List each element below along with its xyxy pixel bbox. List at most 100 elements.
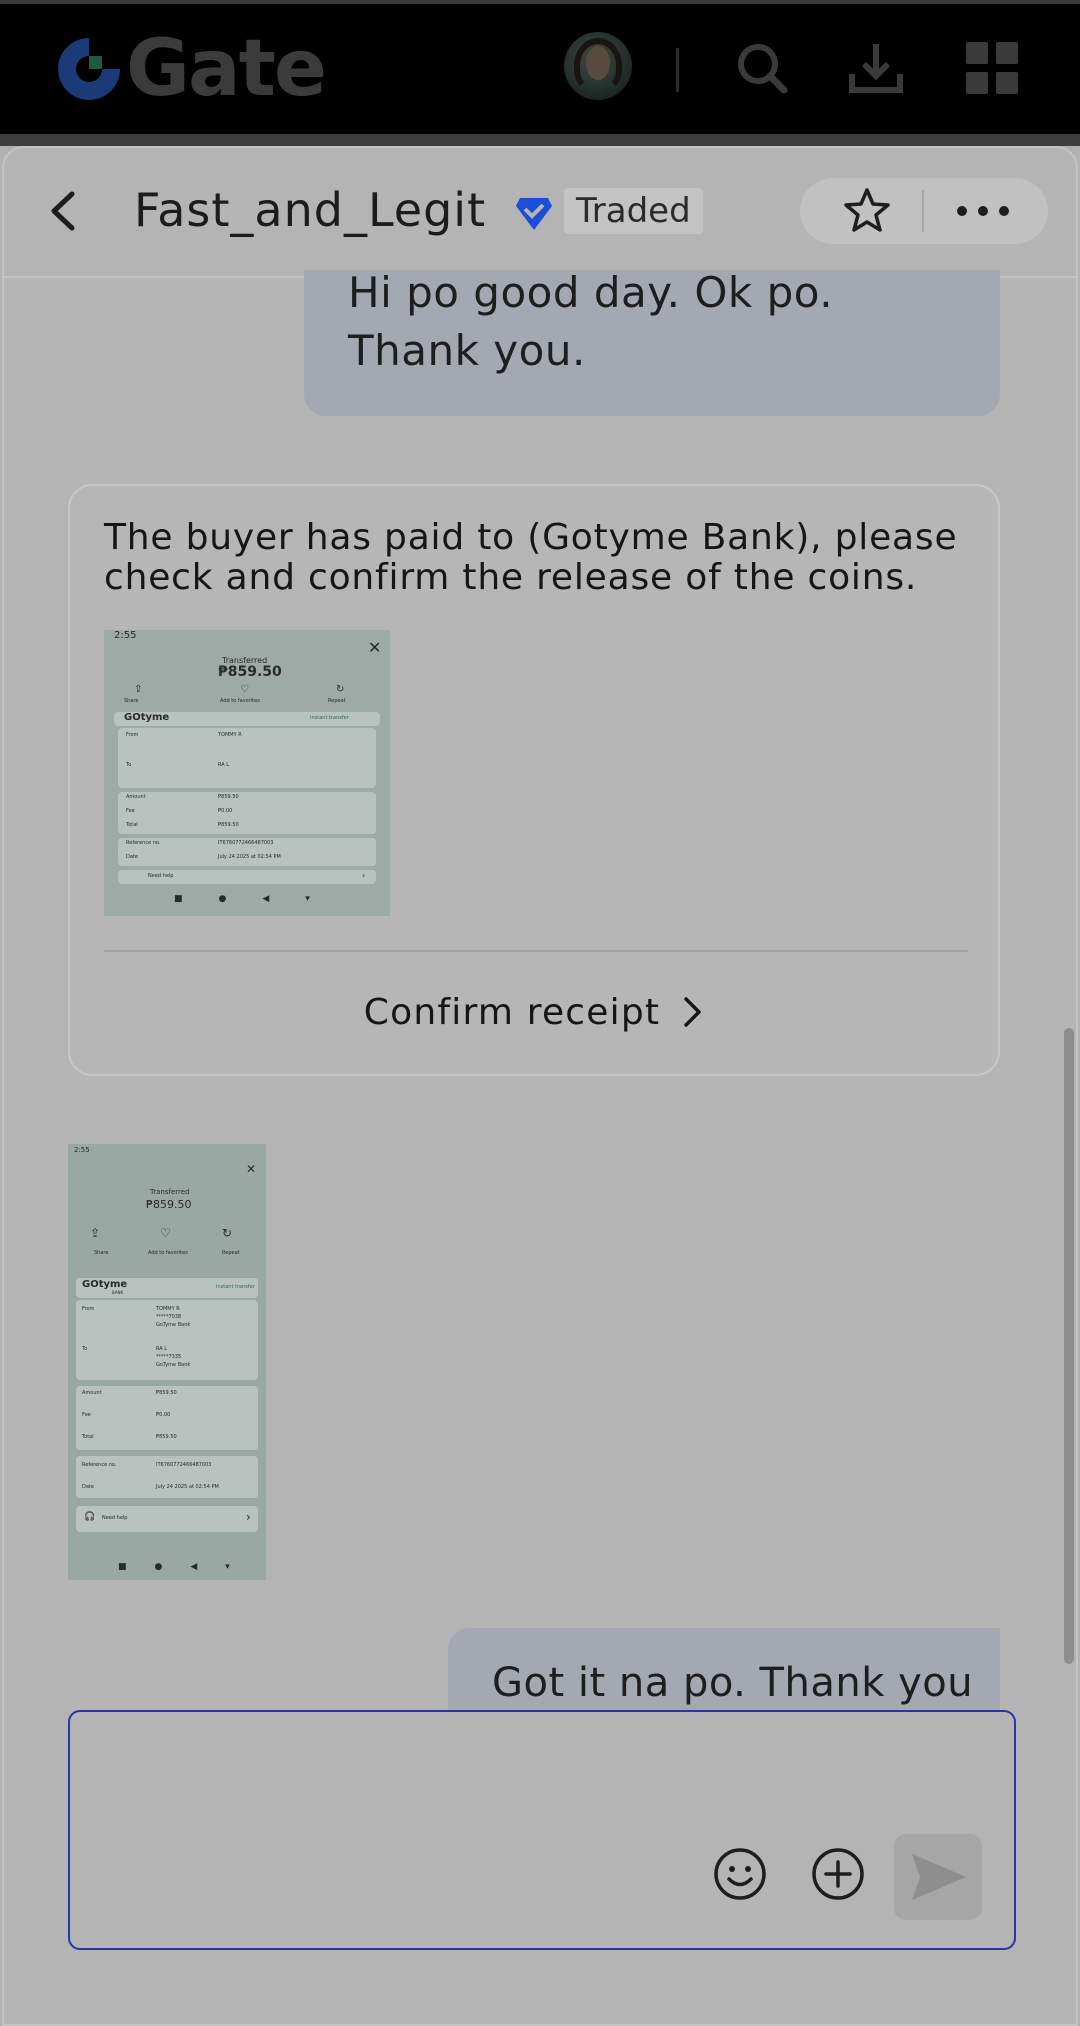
download-icon[interactable] (846, 38, 906, 98)
ref-label: Reference no. (82, 1462, 117, 1468)
top-app-bar: Gate (0, 0, 1080, 134)
star-icon[interactable] (842, 186, 892, 236)
headset-icon: 🎧 (84, 1512, 96, 1522)
to-label: To (82, 1346, 88, 1352)
chevron-right-icon (684, 997, 701, 1027)
more-dots-icon[interactable] (948, 188, 1018, 234)
message-text: Hi po good day. Ok po. Thank you. (348, 268, 834, 375)
divider (922, 190, 924, 232)
message-composer (68, 1710, 1016, 1950)
parties-box: From TOMMY R To RA L (118, 728, 376, 788)
receipt-amount: ₱859.50 (218, 664, 282, 680)
confirm-receipt-button[interactable]: Confirm receipt (70, 982, 998, 1042)
nav-buttons-icon: ■●◀▾ (174, 894, 346, 904)
total-label: Total (126, 822, 138, 828)
apps-grid-icon[interactable] (962, 38, 1022, 98)
brand-name: Gate (126, 24, 327, 114)
from-label: From (82, 1306, 95, 1312)
action-favorites: Add to favorites (148, 1250, 188, 1256)
receipt-time: 2:55 (114, 630, 137, 641)
verified-icon (516, 198, 552, 230)
receipt-image-message[interactable]: 2:55 ✕ Transferred ₱859.50 ⇪ ♡ ↻ Share A… (68, 1144, 266, 1580)
fee-value: ₱0.00 (156, 1412, 171, 1418)
from-bank: GoTyme Bank (156, 1322, 191, 1328)
fee-label: Fee (126, 808, 135, 814)
heart-icon: ♡ (160, 1226, 171, 1240)
total-value: ₱859.50 (218, 822, 239, 828)
receipt-thumbnail[interactable]: 2:55 ✕ Transferred ₱859.50 ⇪ ♡ ↻ Share A… (104, 630, 390, 916)
my-message-bubble: Hi po good day. Ok po. Thank you. (304, 268, 1000, 416)
amount-value: ₱859.50 (218, 794, 239, 800)
page-title: Fast_and_Legit (134, 183, 487, 237)
from-name: TOMMY R (156, 1306, 180, 1312)
gate-logo-icon (58, 38, 120, 100)
payment-notice-card: The buyer has paid to (Gotyme Bank), ple… (68, 484, 1000, 1076)
from-name: TOMMY R (218, 732, 242, 738)
chevron-right-icon: › (362, 871, 366, 880)
confirm-receipt-label: Confirm receipt (363, 991, 661, 1033)
chat-header: Fast_and_Legit Traded (4, 148, 1076, 278)
back-arrow-icon[interactable] (40, 186, 90, 236)
ref-box: Reference no. IT6760772466487003 Date Ju… (118, 838, 376, 866)
chat-scrollbar[interactable] (1064, 1028, 1074, 1664)
search-icon[interactable] (732, 38, 792, 98)
ref-value: IT6760772466487003 (156, 1462, 212, 1468)
bank-logo: GOtyme (82, 1279, 128, 1290)
ref-value: IT6760772466487003 (218, 840, 274, 846)
add-circle-icon[interactable] (810, 1846, 866, 1902)
action-repeat: Repeat (222, 1250, 240, 1256)
help-label: Need help (148, 873, 174, 879)
header-actions (800, 178, 1048, 244)
action-share: Share (94, 1250, 109, 1256)
to-bank: GoTyme Bank (156, 1362, 191, 1368)
bank-sub: BANK (112, 1290, 124, 1295)
top-divider (0, 134, 1080, 146)
from-label: From (126, 732, 139, 738)
help-row: Need help › (118, 870, 376, 884)
receipt-amount: ₱859.50 (146, 1198, 192, 1211)
chevron-right-icon: › (246, 1510, 251, 1524)
date-label: Date (126, 854, 138, 860)
fee-label: Fee (82, 1412, 91, 1418)
close-icon: ✕ (246, 1162, 257, 1176)
amount-label: Amount (126, 794, 146, 800)
to-acct: *****7335 (156, 1354, 182, 1360)
to-name: RA L (218, 762, 230, 768)
avatar-face (586, 46, 610, 80)
amount-label: Amount (82, 1390, 102, 1396)
notice-text: The buyer has paid to (Gotyme Bank), ple… (104, 517, 958, 598)
transfer-type: Instant transfer (310, 715, 349, 721)
action-share: Share (124, 698, 139, 704)
transfer-type: Instant transfer (216, 1284, 255, 1290)
amount-value: ₱859.50 (156, 1390, 177, 1396)
to-name: RA L (156, 1346, 168, 1352)
repeat-icon: ↻ (222, 1226, 233, 1240)
help-label: Need help (102, 1515, 128, 1521)
ref-box: Reference no. IT6760772466487003 Date Ju… (76, 1456, 258, 1498)
nav-buttons-icon: ■●◀▾ (118, 1562, 258, 1572)
avatar[interactable] (564, 32, 632, 100)
emoji-icon[interactable] (712, 1846, 768, 1902)
from-acct: *****7038 (156, 1314, 182, 1320)
date-label: Date (82, 1484, 94, 1490)
heart-icon: ♡ (240, 684, 249, 695)
receipt-status: Transferred (150, 1188, 190, 1196)
send-button[interactable] (894, 1834, 982, 1920)
gate-logo[interactable]: Gate (54, 24, 327, 114)
message-input[interactable] (90, 1732, 974, 1814)
total-label: Total (82, 1434, 94, 1440)
close-icon: ✕ (368, 638, 382, 657)
my-message-bubble: Got it na po. Thank you (448, 1628, 1000, 1712)
fee-value: ₱0.00 (218, 808, 233, 814)
to-label: To (126, 762, 132, 768)
send-icon (912, 1854, 966, 1900)
repeat-icon: ↻ (336, 684, 345, 695)
share-icon: ⇪ (90, 1226, 101, 1240)
parties-box: From TOMMY R *****7038 GoTyme Bank To RA… (76, 1300, 258, 1380)
bank-row: GOtyme BANK Instant transfer (76, 1278, 258, 1298)
divider (104, 950, 968, 952)
amounts-box: Amount ₱859.50 Fee ₱0.00 Total ₱859.50 (118, 792, 376, 834)
receipt-time: 2:55 (74, 1146, 90, 1154)
bank-logo: GOtyme (124, 712, 170, 723)
action-repeat: Repeat (328, 698, 346, 704)
